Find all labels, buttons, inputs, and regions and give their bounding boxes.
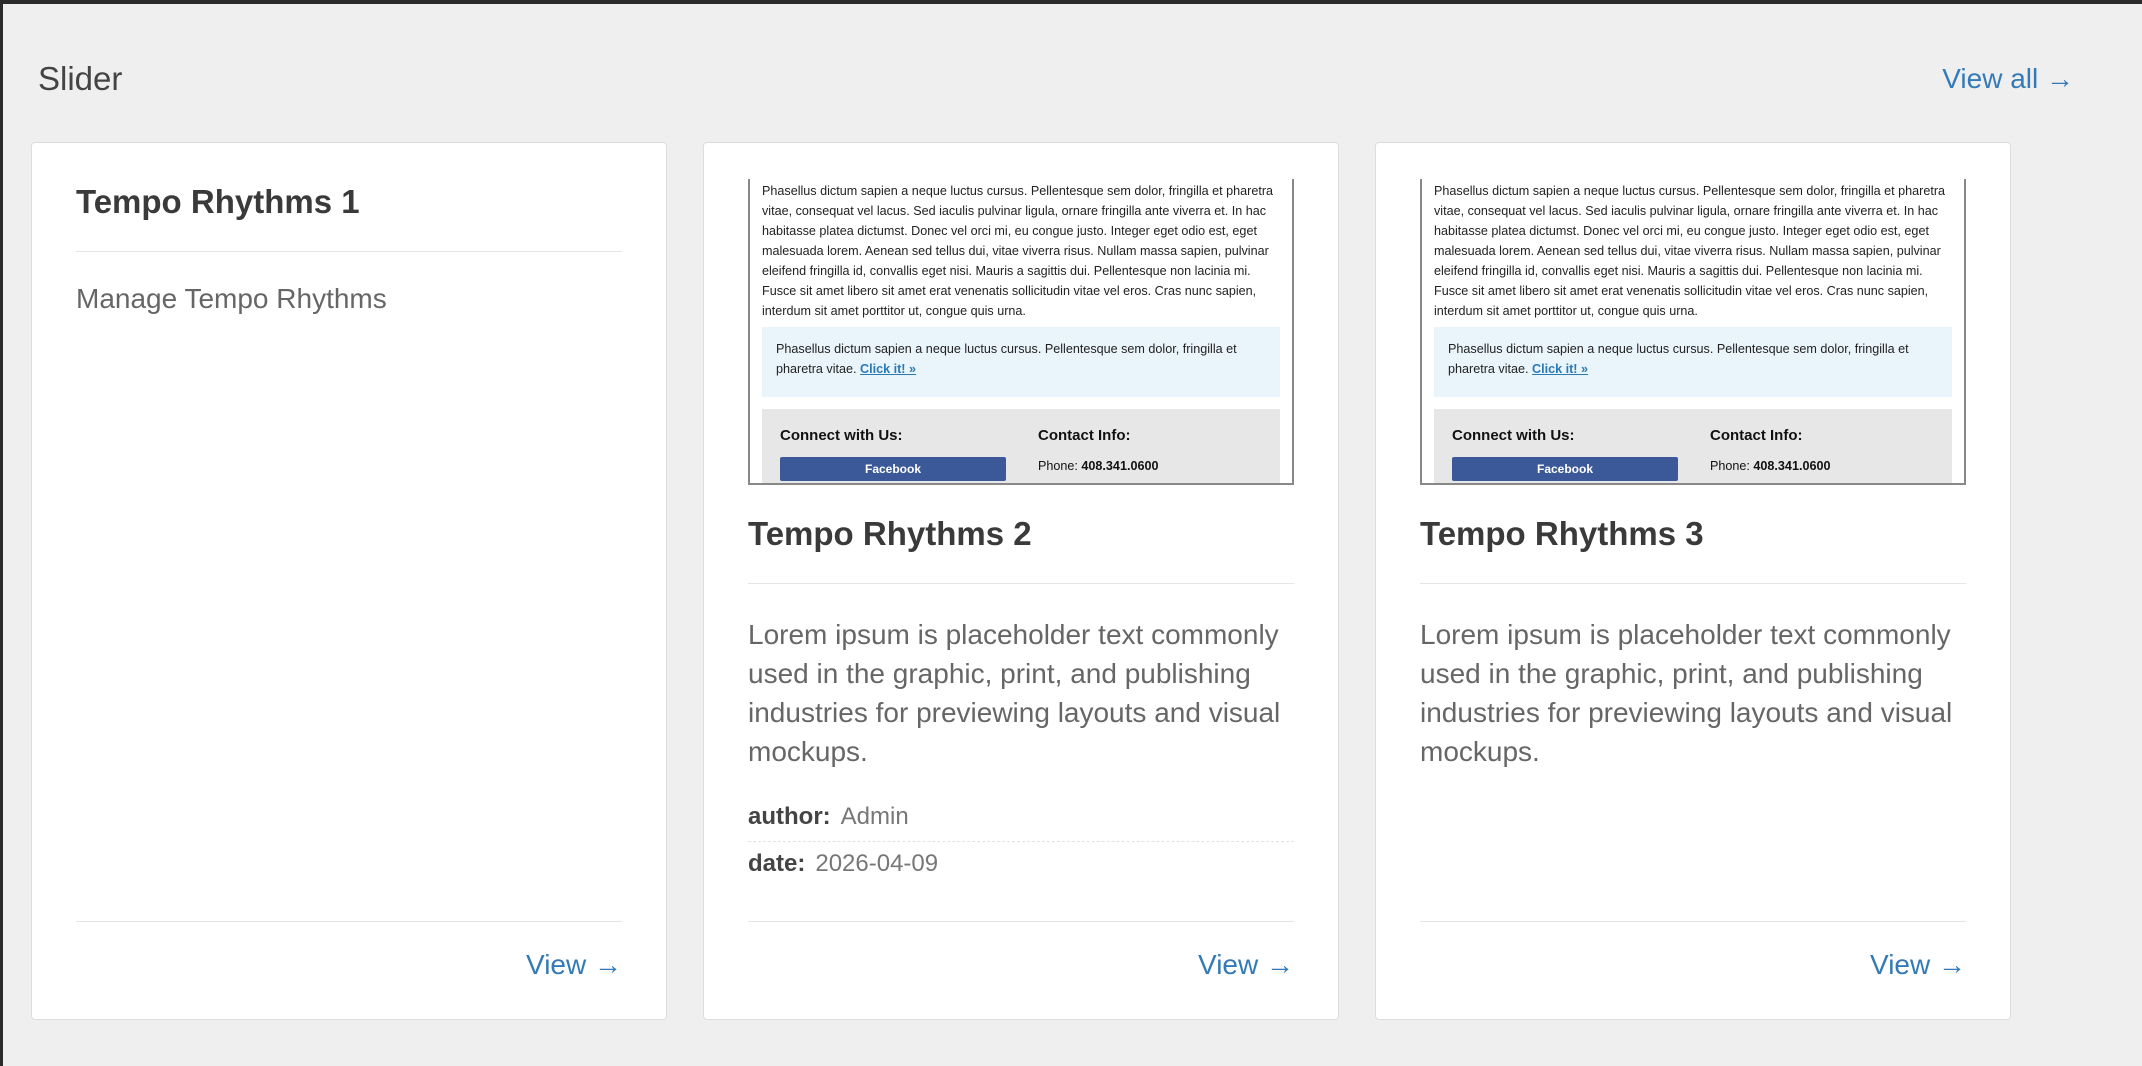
view-all-link[interactable]: View all → (1942, 63, 2074, 95)
card-tempo-rhythms-2: Phasellus dictum sapien a neque luctus c… (703, 142, 1339, 1020)
section-title: Slider (38, 60, 123, 97)
left-border (0, 0, 3, 1066)
date-row: date: 2026-04-09 (748, 850, 1294, 878)
view-button[interactable]: View → (1870, 949, 1966, 981)
card-footer-divider (76, 921, 622, 922)
section-header: Slider View all → (38, 54, 2074, 104)
card-footer-divider (748, 921, 1294, 922)
top-border (0, 0, 2142, 4)
view-button[interactable]: View → (526, 949, 622, 981)
card-description: Manage Tempo Rhythms (76, 283, 387, 314)
card-tempo-rhythms-1: Tempo Rhythms 1 Manage Tempo Rhythms Vie… (31, 142, 667, 1020)
date-label: date: (748, 850, 806, 877)
author-label: author: (748, 803, 831, 830)
card-tempo-rhythms-3: Phasellus dictum sapien a neque luctus c… (1375, 142, 2011, 1020)
card-divider (748, 583, 1294, 584)
card-divider (76, 251, 622, 252)
view-button[interactable]: View → (1198, 949, 1294, 981)
card-title: Tempo Rhythms 3 (1420, 515, 1704, 552)
meta-divider (748, 841, 1294, 842)
card-divider (1420, 583, 1966, 584)
date-value: 2026-04-09 (815, 850, 939, 877)
card-footer-divider (1420, 921, 1966, 922)
card-title: Tempo Rhythms 2 (748, 515, 1032, 552)
author-row: author: Admin (748, 803, 1294, 831)
card-description: Lorem ipsum is placeholder text commonly… (748, 619, 1281, 767)
card-description: Lorem ipsum is placeholder text commonly… (1420, 619, 1953, 767)
card-title: Tempo Rhythms 1 (76, 183, 360, 220)
author-value: Admin (840, 803, 909, 830)
